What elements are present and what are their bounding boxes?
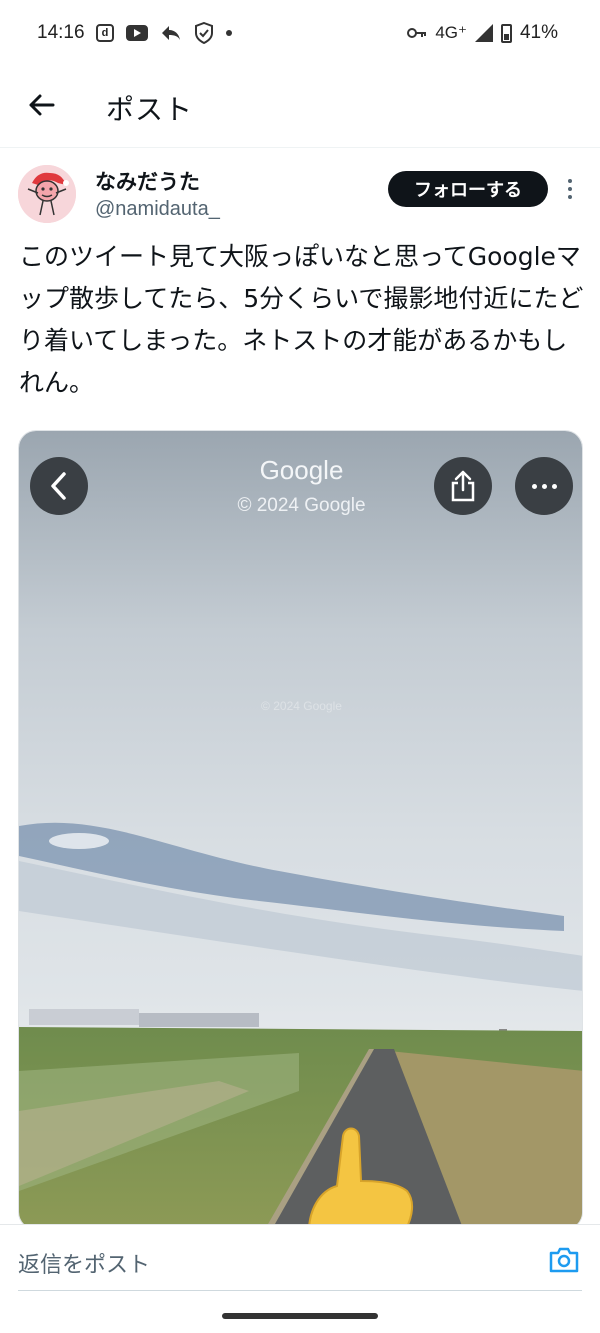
share-icon bbox=[451, 470, 475, 502]
battery-icon bbox=[500, 23, 512, 43]
street-view-image bbox=[19, 431, 582, 1229]
more-vertical-icon bbox=[568, 179, 572, 183]
streetview-more-button[interactable] bbox=[515, 457, 573, 515]
network-type: 4G⁺ bbox=[435, 23, 467, 42]
camera-button[interactable] bbox=[548, 1246, 580, 1274]
signal-icon bbox=[474, 24, 493, 42]
copyright-label: © 2024 Google bbox=[237, 495, 366, 516]
image-watermark: © 2024 Google bbox=[261, 699, 342, 713]
back-button[interactable] bbox=[22, 86, 60, 124]
reply-input[interactable]: 返信をポスト bbox=[18, 1247, 150, 1279]
follow-button[interactable]: フォローする bbox=[388, 171, 548, 207]
post-media[interactable]: © 2024 Google Google © 2024 Google bbox=[18, 430, 583, 1230]
docomo-d-icon: d bbox=[96, 24, 114, 42]
vpn-key-icon bbox=[407, 28, 427, 38]
reply-arrow-icon bbox=[162, 26, 180, 40]
notification-icons: d bbox=[96, 22, 232, 44]
more-horizontal-icon bbox=[531, 483, 537, 489]
status-right: 4G⁺ 41% bbox=[407, 22, 558, 44]
youtube-icon bbox=[126, 25, 148, 41]
reply-bar: 返信をポスト bbox=[0, 1224, 600, 1292]
shield-check-icon bbox=[195, 22, 213, 44]
streetview-back-button[interactable] bbox=[30, 457, 88, 515]
status-time: 14:16 bbox=[37, 22, 85, 43]
avatar-illustration bbox=[18, 165, 76, 223]
post-text: このツイート見て大阪っぽいなと思ってGoogleマップ散歩してたら、5分くらいで… bbox=[19, 242, 584, 397]
user-handle[interactable]: @namidauta_ bbox=[95, 198, 220, 221]
arrow-left-icon bbox=[29, 94, 55, 116]
status-bar: 14:16 d 4G⁺ 41% bbox=[0, 0, 600, 66]
display-name[interactable]: なみだうた bbox=[95, 166, 200, 196]
avatar[interactable] bbox=[18, 165, 76, 223]
dot-icon bbox=[226, 30, 232, 36]
page-title: ポスト bbox=[106, 93, 194, 126]
camera-icon bbox=[549, 1247, 579, 1273]
home-indicator[interactable] bbox=[222, 1313, 378, 1319]
post-more-button[interactable] bbox=[560, 174, 580, 204]
streetview-share-button[interactable] bbox=[434, 457, 492, 515]
chevron-left-icon bbox=[51, 472, 66, 500]
reply-underline bbox=[18, 1290, 582, 1291]
battery-percent: 41% bbox=[519, 22, 558, 43]
app-header: ポスト bbox=[0, 66, 600, 148]
google-brand-label: Google bbox=[259, 455, 344, 485]
